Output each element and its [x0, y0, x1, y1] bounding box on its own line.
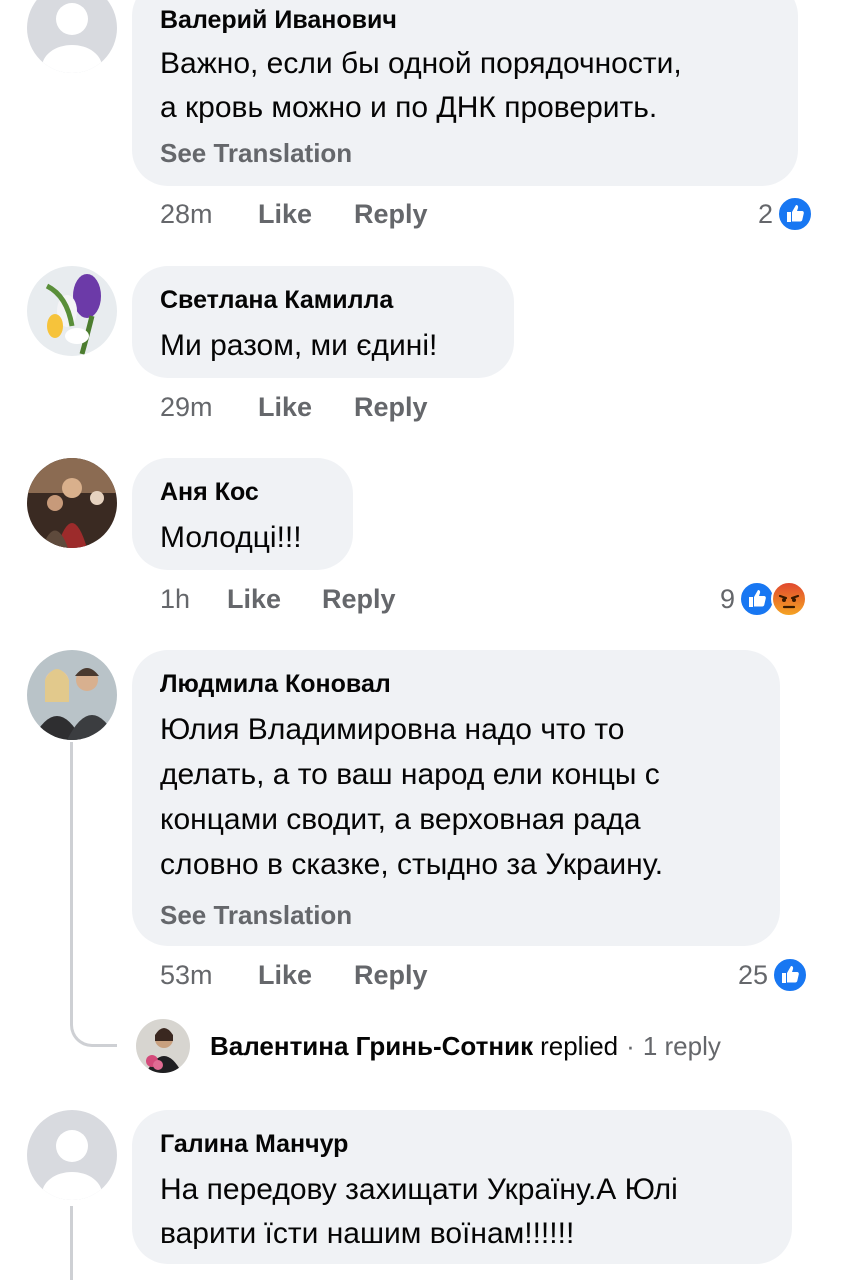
see-translation-link[interactable]: See Translation	[160, 900, 352, 931]
comment-text-line: концами сводит, а верховная рада	[160, 803, 641, 836]
comment-timestamp[interactable]: 1h	[160, 584, 190, 615]
like-icon	[772, 957, 809, 993]
like-button[interactable]: Like	[227, 584, 281, 615]
commenter-avatar[interactable]	[27, 458, 117, 548]
comment-text-line: Важно, если бы одной порядочности,	[160, 47, 682, 80]
separator-dot: ·	[626, 1030, 635, 1061]
reply-button[interactable]: Reply	[354, 960, 428, 991]
comment-author[interactable]: Светлана Камилла	[160, 286, 393, 315]
comment-text-line: варити їсти нашим воїнам!!!!!!	[160, 1217, 575, 1250]
reaction-count: 25	[738, 959, 769, 990]
commenter-avatar[interactable]	[27, 650, 117, 740]
thread-connector	[70, 742, 73, 1012]
comment-text-line: Молодці!!!	[160, 521, 302, 554]
comment-bubble: Аня Кос Молодці!!!	[132, 458, 353, 570]
reaction-summary[interactable]: 25	[738, 957, 809, 993]
like-button[interactable]: Like	[258, 960, 312, 991]
like-button[interactable]: Like	[258, 199, 312, 230]
comment-text-line: На передову захищати Україну.А Юлі	[160, 1173, 678, 1206]
thread-connector-curve	[70, 990, 117, 1047]
replier-name: Валентина Гринь-Сотник	[210, 1030, 534, 1061]
reaction-count: 2	[758, 198, 774, 229]
comment-text-line: Ми разом, ми єдині!	[160, 329, 438, 362]
like-icon	[739, 581, 776, 617]
comment-text-line: словно в сказке, стыдно за Украину.	[160, 848, 664, 881]
comment-timestamp[interactable]: 28m	[160, 199, 213, 230]
comment-author[interactable]: Людмила Коновал	[160, 670, 391, 699]
comment-author[interactable]: Валерий Иванович	[160, 6, 397, 35]
reply-button[interactable]: Reply	[354, 392, 428, 423]
view-replies-row[interactable]: Валентина Гринь-Сотник replied · 1 reply	[136, 1018, 721, 1074]
like-icon	[777, 196, 814, 232]
comment-author[interactable]: Аня Кос	[160, 478, 259, 507]
reply-button[interactable]: Reply	[354, 199, 428, 230]
angry-icon	[771, 581, 808, 617]
reply-button[interactable]: Reply	[322, 584, 396, 615]
replied-label: replied	[540, 1030, 619, 1061]
comment-timestamp[interactable]: 29m	[160, 392, 213, 423]
comment-timestamp[interactable]: 53m	[160, 960, 213, 991]
replier-avatar	[136, 1019, 190, 1073]
commenter-avatar[interactable]	[27, 266, 117, 356]
reply-count: 1 reply	[642, 1030, 721, 1061]
reaction-summary[interactable]: 9	[720, 581, 808, 617]
reaction-summary[interactable]: 2	[758, 196, 814, 232]
comment-bubble: Светлана Камилла Ми разом, ми єдині!	[132, 266, 514, 378]
comment-text-line: а кровь можно и по ДНК проверить.	[160, 91, 658, 124]
commenter-avatar[interactable]	[27, 0, 117, 73]
like-button[interactable]: Like	[258, 392, 312, 423]
see-translation-link[interactable]: See Translation	[160, 138, 352, 169]
comment-author[interactable]: Галина Манчур	[160, 1130, 348, 1159]
comment-text-line: Юлия Владимировна надо что то	[160, 713, 625, 746]
comment-bubble: Галина Манчур На передову захищати Украї…	[132, 1110, 792, 1264]
commenter-avatar[interactable]	[27, 1110, 117, 1200]
comment-text-line: делать, а то ваш народ ели концы с	[160, 758, 660, 791]
comment-bubble: Людмила Коновал Юлия Владимировна надо ч…	[132, 650, 780, 946]
comment-bubble: Валерий Иванович Важно, если бы одной по…	[132, 0, 798, 186]
thread-connector	[70, 1206, 73, 1280]
reaction-count: 9	[720, 583, 736, 614]
